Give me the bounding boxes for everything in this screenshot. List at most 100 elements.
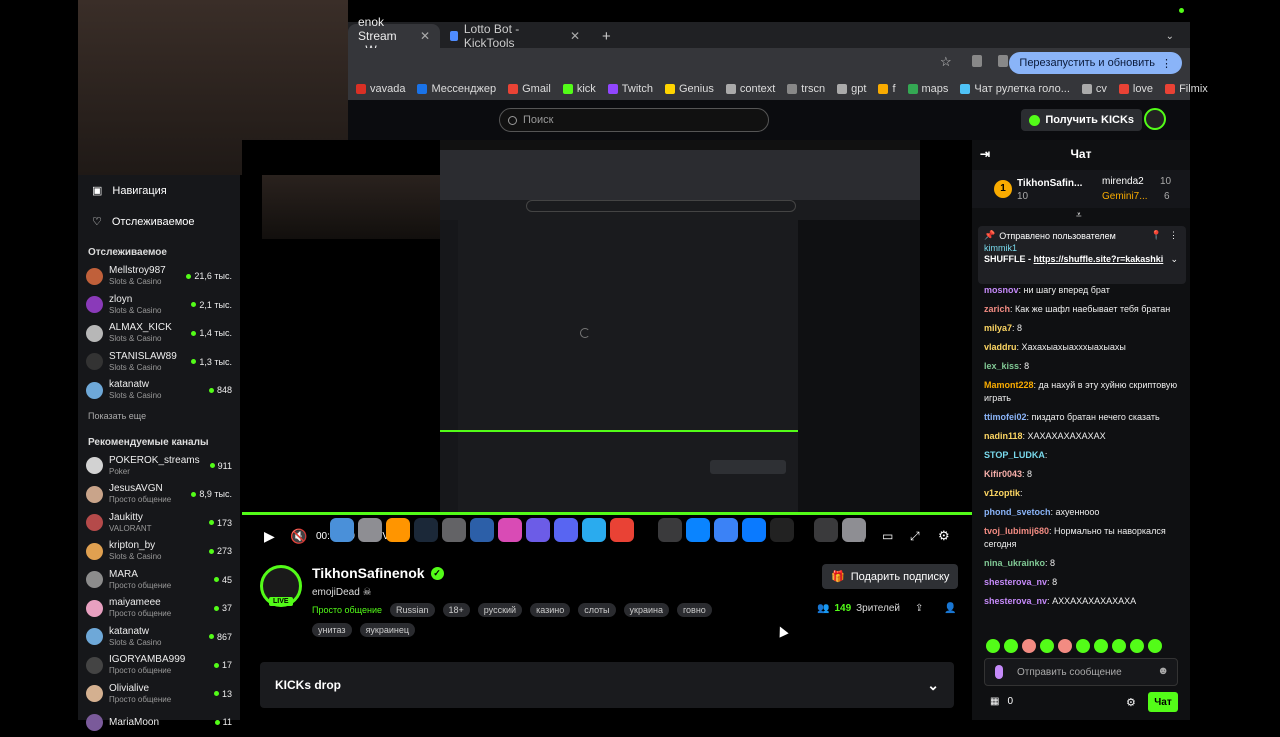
emote-icon[interactable] bbox=[1148, 639, 1162, 653]
bookmark-item[interactable]: vavada bbox=[356, 83, 405, 95]
stream-tag[interactable]: говно bbox=[676, 603, 712, 617]
chat-username[interactable]: Kifir0043 bbox=[984, 469, 1022, 479]
emote-icon[interactable] bbox=[1058, 639, 1072, 653]
sidebar-channel[interactable]: kripton_by Slots & Casino 273 bbox=[78, 537, 240, 566]
emote-icon[interactable] bbox=[1004, 639, 1018, 653]
bookmark-item[interactable]: kick bbox=[562, 83, 596, 95]
sidebar-channel[interactable]: katanatw Slots & Casino 867 bbox=[78, 623, 240, 652]
chevron-down-icon[interactable]: ⌄ bbox=[1170, 254, 1178, 265]
bookmark-item[interactable]: f bbox=[878, 83, 896, 95]
stream-tag[interactable]: унитаз bbox=[312, 623, 352, 637]
bookmark-item[interactable]: Twitch bbox=[607, 83, 653, 95]
collapse-chat-icon[interactable]: ⇥ bbox=[980, 147, 990, 161]
bookmark-item[interactable]: Мессенджер bbox=[417, 83, 496, 95]
menu-dots-icon[interactable]: ⋮ bbox=[1169, 230, 1178, 241]
chevron-down-icon[interactable]: ⌄ bbox=[927, 677, 939, 694]
shield-icon[interactable] bbox=[972, 55, 982, 67]
nav-navigation[interactable]: ▣ Навигация bbox=[78, 175, 240, 206]
emote-icon[interactable] bbox=[986, 639, 1000, 653]
sidebar-channel[interactable]: IGORYAMBA999 Просто общение 17 bbox=[78, 651, 240, 680]
chat-username[interactable]: phond_svetoch bbox=[984, 507, 1051, 517]
chat-username[interactable]: mosnov bbox=[984, 285, 1019, 295]
bookmark-item[interactable]: maps bbox=[907, 83, 948, 95]
pinned-link[interactable]: https://shuffle.site?r=kakashki bbox=[1034, 254, 1164, 264]
sidebar-channel[interactable]: Olivialive Просто общение 13 bbox=[78, 680, 240, 709]
chat-username[interactable]: Mamont228 bbox=[984, 380, 1034, 390]
fullscreen-icon[interactable]: ⤢ bbox=[910, 529, 920, 544]
sidebar-channel[interactable]: Jaukitty VALORANT 173 bbox=[78, 509, 240, 538]
extension-icon[interactable] bbox=[998, 55, 1008, 67]
chat-input[interactable]: Отправить сообщение ☻ bbox=[984, 658, 1178, 686]
chat-username[interactable]: ttimofei02 bbox=[984, 412, 1027, 422]
sidebar-channel[interactable]: Mellstroy987 Slots & Casino 21,6 тыс. bbox=[78, 262, 240, 291]
bookmark-item[interactable]: Чат рулетка голо... bbox=[960, 83, 1070, 95]
share-icon[interactable]: ⇪ bbox=[915, 603, 923, 614]
star-icon[interactable]: ☆ bbox=[940, 54, 952, 70]
chat-username[interactable]: shesterova_nv bbox=[984, 596, 1047, 606]
sidebar-channel[interactable]: ALMAX_KICK Slots & Casino 1,4 тыс. bbox=[78, 319, 240, 348]
sidebar-channel[interactable]: JesusAVGN Просто общение 8,9 тыс. bbox=[78, 480, 240, 509]
chat-username[interactable]: v1zoptik bbox=[984, 488, 1020, 498]
close-icon[interactable]: ✕ bbox=[570, 29, 580, 43]
stream-tag[interactable]: яукраинец bbox=[359, 623, 416, 637]
bookmark-item[interactable]: gpt bbox=[837, 83, 866, 95]
sidebar-channel[interactable]: STANISLAW89 Slots & Casino 1,3 тыс. bbox=[78, 348, 240, 377]
chevron-down-icon[interactable]: ⌄ bbox=[1156, 24, 1184, 48]
emoji-icon[interactable]: ☻ bbox=[1157, 665, 1169, 677]
restart-update-button[interactable]: Перезапустить и обновить ⋮ bbox=[1009, 52, 1182, 74]
new-tab-button[interactable]: + bbox=[592, 24, 621, 48]
emote-icon[interactable] bbox=[1130, 639, 1144, 653]
chat-username[interactable]: tvoj_lubimij680 bbox=[984, 526, 1049, 536]
chat-username[interactable]: lex_kiss bbox=[984, 361, 1019, 371]
emote-icon[interactable] bbox=[1094, 639, 1108, 653]
stream-tag[interactable]: Russian bbox=[389, 603, 435, 617]
mic-icon[interactable] bbox=[995, 665, 1003, 679]
chat-username[interactable]: milya7 bbox=[984, 323, 1012, 333]
play-icon[interactable]: ▶ bbox=[264, 528, 275, 545]
emote-icon[interactable] bbox=[1040, 639, 1054, 653]
user-avatar[interactable] bbox=[1144, 108, 1166, 130]
sidebar-channel[interactable]: zloyn Slots & Casino 2,1 тыс. bbox=[78, 291, 240, 320]
gift-subscription-button[interactable]: 🎁 Подарить подписку bbox=[822, 564, 959, 589]
sidebar-channel[interactable]: katanatw Slots & Casino 848 bbox=[78, 376, 240, 405]
chat-username[interactable]: shesterova_nv bbox=[984, 577, 1047, 587]
search-input[interactable]: Поиск bbox=[499, 108, 769, 132]
emote-icon[interactable] bbox=[1076, 639, 1090, 653]
chat-username[interactable]: vladdru bbox=[984, 342, 1017, 352]
stream-tag[interactable]: 18+ bbox=[442, 603, 470, 617]
chat-username[interactable]: nina_ukrainko bbox=[984, 558, 1045, 568]
chat-username[interactable]: nadin118 bbox=[984, 431, 1023, 441]
show-more-link[interactable]: Показать еще bbox=[78, 405, 240, 427]
progress-bar[interactable] bbox=[242, 512, 972, 515]
gear-icon[interactable]: ⚙ bbox=[1126, 696, 1136, 709]
bookmark-item[interactable]: trscn bbox=[787, 83, 825, 95]
stream-tag[interactable]: русский bbox=[477, 603, 523, 617]
sidebar-channel[interactable]: MariaMoon 11 bbox=[78, 708, 240, 737]
send-chat-button[interactable]: Чат bbox=[1148, 692, 1178, 712]
stream-tag[interactable]: казино bbox=[530, 603, 571, 617]
streamer-name[interactable]: TikhonSafinenok ✓ bbox=[312, 565, 444, 581]
emote-icon[interactable] bbox=[1022, 639, 1036, 653]
mute-icon[interactable]: 🔇 bbox=[290, 528, 307, 545]
stream-tag[interactable]: украина bbox=[623, 603, 669, 617]
emote-icon[interactable] bbox=[1112, 639, 1126, 653]
pinned-user[interactable]: kimmik1 bbox=[984, 243, 1180, 253]
theater-icon[interactable]: ▭ bbox=[882, 529, 893, 543]
unpin-icon[interactable]: 📍 bbox=[1151, 230, 1162, 241]
sidebar-channel[interactable]: POKEROK_streams Poker 911 bbox=[78, 452, 240, 481]
stream-tag[interactable]: слоты bbox=[578, 603, 616, 617]
kicks-drop-panel[interactable]: KICKs drop ⌄ bbox=[260, 662, 954, 708]
menu-dots-icon[interactable]: ⋮ bbox=[1161, 57, 1172, 70]
bookmark-item[interactable]: Genius bbox=[664, 83, 714, 95]
expand-icon[interactable]: ⩡ bbox=[1076, 210, 1082, 221]
chat-username[interactable]: zarich bbox=[984, 304, 1010, 314]
bookmark-item[interactable]: Filmix bbox=[1165, 83, 1208, 95]
tab-lotto-bot[interactable]: Lotto Bot - KickTools ✕ bbox=[440, 22, 590, 50]
sidebar-channel[interactable]: MARA Просто общение 45 bbox=[78, 566, 240, 595]
chat-username[interactable]: STOP_LUDKA bbox=[984, 450, 1045, 460]
tab-stream[interactable]: enok Stream - W ✕ bbox=[348, 15, 440, 57]
bookmark-item[interactable]: cv bbox=[1081, 83, 1107, 95]
get-kicks-button[interactable]: Получить KICKs bbox=[1021, 109, 1142, 131]
bookmark-item[interactable]: love bbox=[1118, 83, 1153, 95]
category-link[interactable]: Просто общение bbox=[312, 603, 382, 617]
